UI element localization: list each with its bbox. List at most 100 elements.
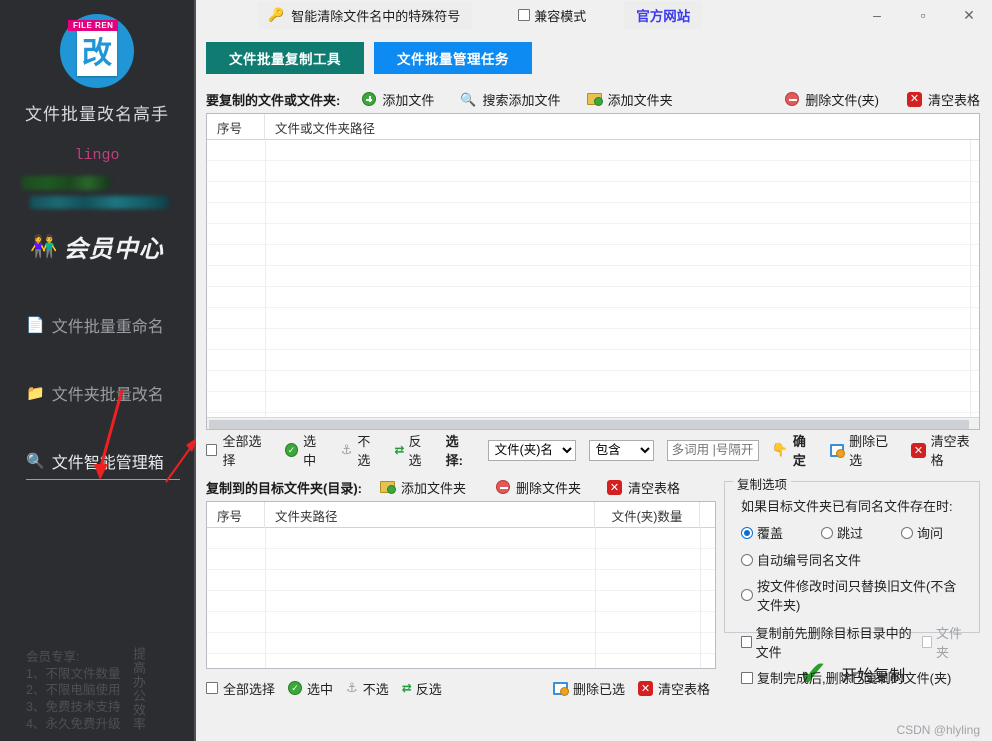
source-table-hscrollbar[interactable]: [207, 417, 979, 430]
add-file-label: 添加文件: [382, 90, 434, 109]
checkbox-label: 复制前先删除目标目录中的文件: [756, 623, 912, 661]
source-table-header: 序号 文件或文件夹路径: [207, 114, 979, 140]
search-add-file-button[interactable]: 🔍 搜索添加文件: [460, 90, 560, 109]
delete-folder-button[interactable]: 删除文件夹: [496, 478, 581, 497]
radio-label: 询问: [917, 523, 943, 542]
unselect-label: 不选: [357, 431, 381, 469]
delete-selected-button-top[interactable]: 删除已选: [830, 431, 899, 469]
checkbox-box: [206, 444, 217, 456]
column-header-extra: [700, 502, 715, 528]
member-center-label: 会员中心: [64, 229, 164, 264]
file-search-icon: 🔍: [26, 454, 45, 469]
target-add-folder-label: 添加文件夹: [401, 478, 466, 497]
member-center-button[interactable]: 👫 会员中心: [0, 229, 194, 264]
select-field-dropdown[interactable]: 文件(夹)名: [488, 440, 576, 461]
check-circle-icon: ✓: [285, 443, 298, 457]
checkbox-box: [741, 636, 752, 648]
logo-glyph: 改: [82, 39, 112, 69]
unselect-button[interactable]: ⚓ 不选: [341, 431, 382, 469]
sidebar-item-file-rename[interactable]: 📄 文件批量重命名: [0, 304, 194, 346]
radio-indicator: [741, 589, 753, 601]
clear-table-button-top[interactable]: ✕ 清空表格: [907, 90, 980, 109]
close-circle-icon: ✕: [907, 92, 922, 107]
radio-label: 自动编号同名文件: [757, 550, 861, 569]
source-toolbar-label: 要复制的文件或文件夹:: [206, 90, 340, 109]
delete-file-button[interactable]: 删除文件(夹): [785, 90, 879, 109]
select-checked-button[interactable]: ✓ 选中: [285, 431, 328, 469]
checkbox-box: [741, 672, 753, 684]
censored-text-block-1: [22, 176, 110, 190]
maximize-button[interactable]: ▫: [900, 0, 946, 30]
sidebar-item-file-manager-box[interactable]: 🔍 文件智能管理箱: [0, 440, 194, 482]
minus-circle-icon: [785, 92, 799, 106]
confirm-button[interactable]: 👇 确定: [772, 431, 817, 469]
close-circle-icon: ✕: [638, 681, 653, 696]
target-select-all-checkbox[interactable]: 全部选择: [206, 679, 275, 698]
checkbox-label: 复制完成后,删除已复制的文件(夹): [757, 668, 951, 687]
match-mode-dropdown[interactable]: 包含: [589, 440, 654, 461]
clear-table-label: 清空表格: [628, 478, 680, 497]
radio-indicator: [741, 527, 753, 539]
target-folder-section: 复制到的目标文件夹(目录): 添加文件夹 删除文件夹 ✕ 清空表格: [196, 473, 716, 701]
target-unselect-button[interactable]: ⚓ 不选: [346, 679, 389, 698]
checkbox-delete-target-files-before-copy[interactable]: 复制前先删除目标目录中的文件: [741, 623, 912, 661]
target-invert-selection-button[interactable]: ⇄ 反选: [402, 679, 442, 698]
tab-batch-manage-task[interactable]: 文件批量管理任务: [374, 42, 532, 74]
select-all-label: 全部选择: [222, 431, 271, 469]
clean-special-chars-label: 智能清除文件名中的特殊符号: [291, 6, 460, 25]
folder-add-icon: [380, 481, 395, 493]
clean-special-chars-button[interactable]: 🔑 智能清除文件名中的特殊符号: [258, 2, 472, 29]
radio-replace-by-mtime[interactable]: 按文件修改时间只替换旧文件(不含文件夹): [741, 576, 969, 614]
compat-mode-checkbox[interactable]: 兼容模式: [518, 6, 586, 25]
official-website-button[interactable]: 官方网站: [624, 1, 702, 29]
clear-table-button-mid[interactable]: ✕ 清空表格: [911, 431, 980, 469]
add-folder-button[interactable]: 添加文件夹: [587, 90, 673, 109]
checkbox-delete-after-copy[interactable]: 复制完成后,删除已复制的文件(夹): [741, 668, 969, 687]
target-table-header: 序号 文件夹路径 文件(夹)数量: [207, 502, 715, 528]
tab-batch-copy-tool[interactable]: 文件批量复制工具: [206, 42, 364, 74]
copy-options-group: 复制选项 如果目标文件夹已有同名文件存在时: 覆盖 跳过: [724, 481, 980, 633]
close-button[interactable]: ✕: [946, 0, 992, 30]
select-all-label: 全部选择: [223, 679, 275, 698]
radio-skip[interactable]: 跳过: [821, 523, 901, 542]
invert-selection-button[interactable]: ⇄ 反选: [394, 431, 432, 469]
radio-auto-number[interactable]: 自动编号同名文件: [741, 550, 969, 569]
logo-ribbon-label: FILE REN: [68, 20, 118, 31]
clear-table-label: 清空表格: [931, 431, 980, 469]
sidebar-item-folder-rename[interactable]: 📁 文件夹批量改名: [0, 372, 194, 414]
sidebar: 改 FILE REN 文件批量改名高手 lingo 👫 会员中心 📄 文件批量重…: [0, 0, 196, 741]
active-item-underline: [26, 479, 180, 480]
folder-add-icon: [587, 93, 602, 105]
radio-ask[interactable]: 询问: [901, 523, 943, 542]
add-folder-label: 添加文件夹: [608, 90, 673, 109]
target-select-checked-button[interactable]: ✓ 选中: [288, 679, 333, 698]
main-panel: 🔑 智能清除文件名中的特殊符号 兼容模式 官方网站 – ▫ ✕ 文件批量复制工具…: [196, 0, 992, 741]
target-toolbar: 复制到的目标文件夹(目录): 添加文件夹 删除文件夹 ✕ 清空表格: [206, 473, 716, 501]
minimize-button[interactable]: –: [854, 0, 900, 30]
folder-icon: 📁: [26, 386, 45, 401]
minus-circle-icon: [496, 480, 510, 494]
source-file-table[interactable]: 序号 文件或文件夹路径: [206, 113, 980, 430]
clear-table-button-target[interactable]: ✕ 清空表格: [607, 478, 680, 497]
delete-selected-icon: [553, 682, 568, 695]
unselect-label: 不选: [363, 679, 389, 698]
source-table-body[interactable]: [207, 140, 979, 417]
column-header-file-count: 文件(夹)数量: [595, 502, 700, 528]
sidebar-item-label: 文件夹批量改名: [52, 381, 164, 405]
select-all-checkbox[interactable]: 全部选择: [206, 431, 272, 469]
hand-pointer-icon: 👇: [772, 442, 788, 458]
add-file-button[interactable]: 添加文件: [362, 90, 434, 109]
checkbox-include-folders: 文件夹: [922, 623, 969, 661]
target-delete-selected-button[interactable]: 删除已选: [553, 679, 625, 698]
radio-label: 按文件修改时间只替换旧文件(不含文件夹): [757, 576, 969, 614]
target-add-folder-button[interactable]: 添加文件夹: [380, 478, 466, 497]
radio-overwrite[interactable]: 覆盖: [741, 523, 821, 542]
keyword-input[interactable]: [667, 440, 759, 461]
delete-file-label: 删除文件(夹): [805, 90, 879, 109]
radio-label: 覆盖: [757, 523, 783, 542]
target-table-body[interactable]: [207, 528, 715, 669]
clear-table-label: 清空表格: [928, 90, 980, 109]
target-folder-table[interactable]: 序号 文件夹路径 文件(夹)数量: [206, 501, 716, 669]
sidebar-item-label: 文件智能管理箱: [52, 449, 164, 473]
target-clear-table-button[interactable]: ✕ 清空表格: [638, 679, 710, 698]
